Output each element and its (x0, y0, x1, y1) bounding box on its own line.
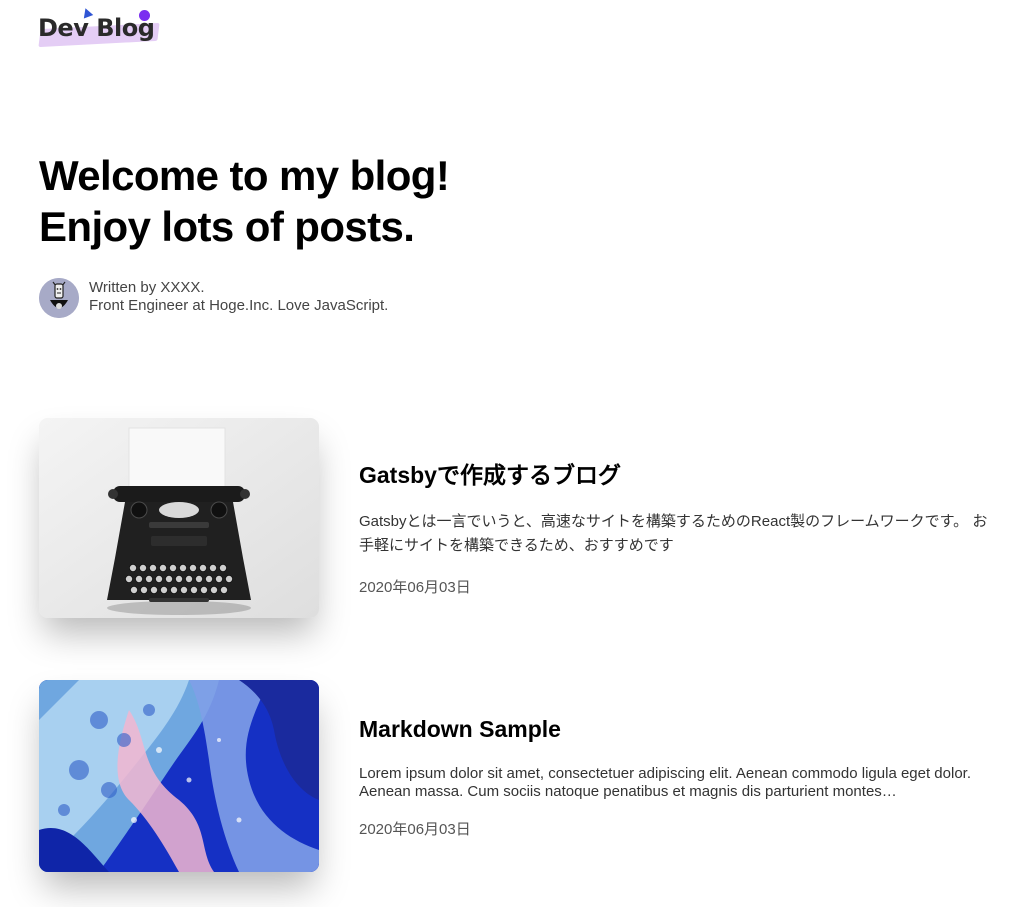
hero-title-line-1: Welcome to my blog! (39, 152, 450, 199)
robot-avatar-icon (39, 278, 79, 318)
typewriter-image[interactable] (39, 418, 319, 618)
hero-title: Welcome to my blog! Enjoy lots of posts. (39, 150, 450, 252)
post-card[interactable]: Gatsbyで作成するブログ Gatsbyとは一言でいうと、高速なサイトを構築す… (39, 418, 989, 618)
post-card[interactable]: Markdown Sample Lorem ipsum dolor sit am… (39, 680, 989, 872)
post-excerpt: Gatsbyとは一言でいうと、高速なサイトを構築するためのReact製のフレーム… (359, 513, 988, 554)
post-date: 2020年06月03日 (359, 821, 471, 838)
abstract-fluid-art-image[interactable] (39, 680, 319, 872)
site-logo-link[interactable]: Dev Blog (38, 6, 162, 48)
hero-title-line-2: Enjoy lots of posts. (39, 203, 415, 250)
post-title[interactable]: Gatsbyで作成するブログ (359, 456, 621, 490)
author-text: Written by XXXX. Front Engineer at Hoge.… (89, 279, 388, 315)
post-excerpt: Lorem ipsum dolor sit amet, consectetuer… (359, 765, 972, 800)
post-date: 2020年06月03日 (359, 579, 471, 596)
logo-text: Dev Blog (38, 14, 155, 42)
author-bio-text: Front Engineer at Hoge.Inc. Love JavaScr… (89, 297, 389, 314)
post-title[interactable]: Markdown Sample (359, 716, 561, 743)
page: Dev Blog Welcome to my blog! Enjoy lots … (0, 0, 1017, 907)
author-written-by: Written by XXXX. (89, 279, 205, 296)
